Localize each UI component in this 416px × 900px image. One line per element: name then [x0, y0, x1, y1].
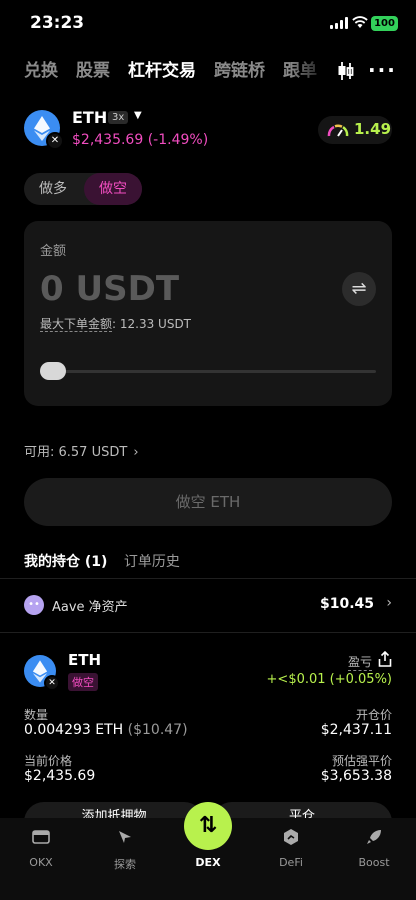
- aave-label: Aave 净资产: [52, 600, 128, 615]
- entry-price-label: 开仓价: [355, 708, 392, 722]
- status-time: 23:23: [30, 13, 85, 33]
- wallet-icon: [6, 826, 76, 848]
- chain-badge-icon: ✕: [46, 132, 64, 150]
- pnl-value: +<$0.01 (+0.05%): [266, 672, 392, 687]
- nav-okx[interactable]: OKX: [6, 826, 76, 869]
- chain-badge-icon: ✕: [44, 675, 60, 691]
- nav-defi[interactable]: DeFi: [256, 826, 326, 869]
- amount-slider-thumb[interactable]: [40, 362, 66, 380]
- gauge-icon: [327, 124, 349, 137]
- available-balance[interactable]: 可用: 6.57 USDT ›: [24, 441, 139, 460]
- tab-leverage[interactable]: 杠杆交易: [128, 56, 196, 86]
- divider: [0, 578, 416, 579]
- chevron-right-icon: ›: [133, 445, 139, 460]
- tab-swap[interactable]: 兑换: [24, 56, 58, 86]
- tab-holdings[interactable]: 我的持仓 (1): [24, 554, 107, 570]
- swap-unit-icon[interactable]: ⇌: [342, 272, 376, 306]
- eth-token-logo[interactable]: ✕: [24, 110, 64, 150]
- long-short-toggle: 做多 做空: [24, 173, 142, 205]
- chevron-right-icon: ›: [386, 595, 392, 611]
- long-button[interactable]: 做多: [24, 173, 82, 205]
- trade-mode-tabs: 兑换 股票 杠杆交易 跨链桥 跟单: [24, 56, 324, 86]
- nav-label: 探索: [114, 858, 136, 871]
- current-price-label: 当前价格: [24, 754, 73, 768]
- status-bar: 23:23 100: [0, 0, 416, 48]
- tab-stocks[interactable]: 股票: [76, 56, 110, 86]
- qty-value: 0.004293 ETH ($10.47): [24, 722, 188, 738]
- liq-price-label: 预估强平价: [331, 754, 392, 768]
- tab-order-history[interactable]: 订单历史: [124, 554, 180, 570]
- nav-label: DeFi: [279, 856, 303, 869]
- liq-price-value: $3,653.38: [320, 768, 392, 784]
- amount-card: 金额 0 USDT ⇌ 最大下单金额: 12.33 USDT: [24, 221, 392, 406]
- tabs-fade: [290, 56, 330, 86]
- nav-label: DEX: [195, 856, 221, 869]
- swap-arrows-icon[interactable]: ⇅: [184, 802, 232, 850]
- position-token-name: ETH: [68, 651, 102, 669]
- defi-icon: [256, 826, 326, 848]
- short-button[interactable]: 做空: [84, 173, 142, 205]
- nav-explore[interactable]: 探索: [90, 826, 160, 872]
- qty-amount: 0.004293 ETH: [24, 722, 124, 738]
- chevron-down-icon[interactable]: ▼: [134, 110, 142, 121]
- nav-boost[interactable]: Boost: [339, 826, 409, 869]
- current-price-value: $2,435.69: [24, 768, 96, 784]
- health-gauge[interactable]: 1.49: [318, 116, 392, 144]
- qty-label: 数量: [24, 708, 49, 722]
- share-icon[interactable]: [378, 651, 392, 667]
- wifi-icon: [352, 16, 368, 28]
- entry-price-value: $2,437.11: [320, 722, 392, 738]
- aave-value: $10.45: [319, 596, 374, 612]
- rocket-icon: [339, 826, 409, 848]
- available-text: 可用: 6.57 USDT: [24, 445, 128, 460]
- battery-icon: 100: [371, 16, 398, 31]
- submit-short-button[interactable]: 做空 ETH: [24, 478, 392, 526]
- candlestick-icon[interactable]: [336, 60, 356, 82]
- amount-input[interactable]: 0 USDT: [40, 269, 179, 309]
- max-order-label: 最大下单金额: [40, 317, 113, 332]
- qty-usd: ($10.47): [127, 722, 188, 738]
- tab-bridge[interactable]: 跨链桥: [214, 56, 265, 86]
- pnl-label: 盈亏: [347, 655, 372, 671]
- nav-label: Boost: [358, 856, 390, 869]
- position-eth-logo: ✕: [24, 655, 60, 691]
- amount-label: 金额: [40, 244, 67, 259]
- leverage-badge: 3x: [108, 111, 129, 124]
- nav-label: OKX: [29, 856, 53, 869]
- position-side-badge: 做空: [68, 673, 98, 691]
- token-price: $2,435.69 (-1.49%): [72, 132, 209, 148]
- divider: [0, 632, 416, 633]
- max-order-value: : 12.33 USDT: [112, 317, 192, 331]
- gauge-value: 1.49: [354, 120, 392, 138]
- max-order-amount: 最大下单金额: 12.33 USDT: [40, 315, 191, 332]
- compass-icon: [90, 826, 160, 848]
- aave-icon: ••: [24, 595, 44, 615]
- signal-icon: [330, 17, 348, 29]
- token-name[interactable]: ETH: [72, 108, 107, 127]
- aave-net-assets-row[interactable]: •• Aave 净资产 $10.45 ›: [24, 594, 392, 616]
- amount-slider-track[interactable]: [44, 370, 376, 373]
- positions-tabs: 我的持仓 (1) 订单历史: [24, 551, 180, 571]
- more-icon[interactable]: ···: [368, 58, 397, 82]
